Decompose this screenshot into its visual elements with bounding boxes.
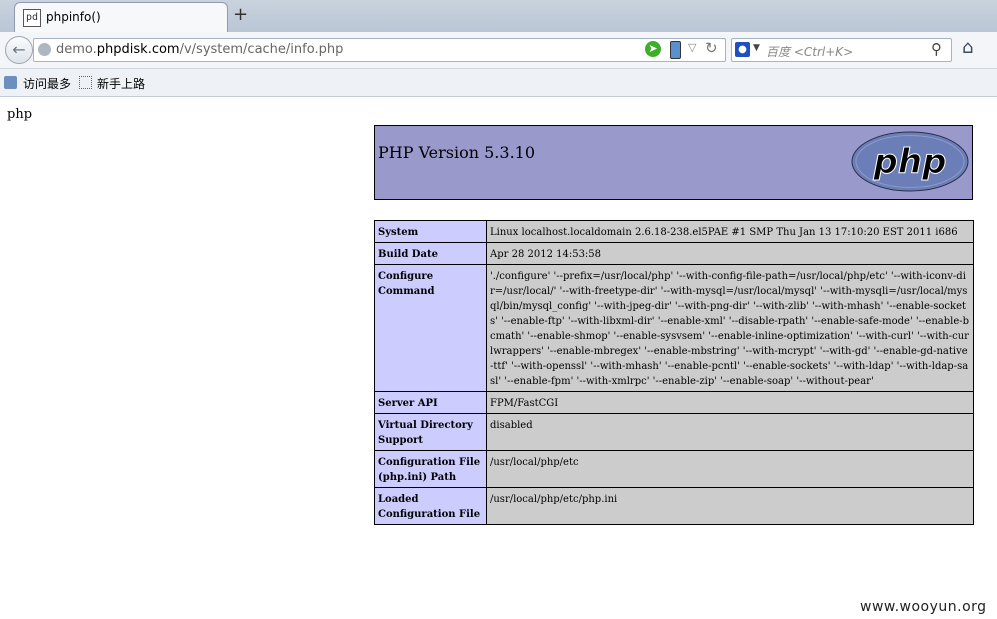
table-row: Configure Command './configure' '--prefix… [374, 264, 974, 392]
home-icon[interactable]: ⌂ [962, 37, 973, 58]
navigation-toolbar: ← demo.phpdisk.com/v/system/cache/info.p… [0, 32, 997, 69]
globe-icon [38, 43, 51, 56]
tab-title: phpinfo() [46, 10, 101, 24]
table-row: Build Date Apr 28 2012 14:53:58 [374, 242, 974, 265]
php-version-title: PHP Version 5.3.10 [378, 143, 536, 162]
php-logo-icon: php [851, 131, 969, 192]
row-key: Configure Command [374, 264, 487, 392]
mobile-device-icon[interactable] [670, 41, 681, 59]
row-value: /usr/local/php/etc [486, 450, 974, 488]
row-key: Virtual Directory Support [374, 413, 487, 451]
php-version-header: PHP Version 5.3.10 php [374, 125, 973, 200]
getting-started-icon [79, 76, 92, 89]
php-logo-text: php [873, 142, 947, 182]
phpdisk-favicon-icon: pd [23, 9, 41, 27]
page-content: php PHP Version 5.3.10 php System Linux l… [0, 97, 997, 619]
url-path: /v/system/cache/info.php [179, 42, 344, 57]
row-key: Build Date [374, 242, 487, 265]
table-row: Loaded Configuration File/usr/local/php/… [374, 487, 974, 525]
php-info-table: System Linux localhost.localdomain 2.6.18… [374, 220, 974, 525]
bookmarks-toolbar: 访问最多 新手上路 [0, 69, 997, 97]
row-key: Server API [374, 391, 487, 414]
row-value: disabled [486, 413, 974, 451]
back-arrow-icon[interactable]: ← [5, 36, 33, 64]
row-key: Loaded Configuration File [374, 487, 487, 525]
url-text[interactable]: demo.phpdisk.com/v/system/cache/info.php [56, 42, 343, 57]
address-bar[interactable]: demo.phpdisk.com/v/system/cache/info.php… [33, 38, 726, 62]
dropdown-triangle-icon[interactable]: ▽ [688, 41, 696, 54]
row-value: /usr/local/php/etc/php.ini [486, 487, 974, 525]
new-tab-plus-icon[interactable]: + [233, 4, 248, 25]
tab-strip: pd phpinfo() + [0, 0, 997, 33]
baidu-paw-icon[interactable]: ● [735, 42, 750, 57]
table-row: Virtual Directory Support disabled [374, 413, 974, 451]
search-box[interactable]: ● ▼ 百度 <Ctrl+K> ⚲ [731, 38, 952, 62]
bookmark-getting-started[interactable]: 新手上路 [97, 75, 145, 92]
url-host: phpdisk.com [96, 42, 180, 57]
row-value: FPM/FastCGI [486, 391, 974, 414]
table-row: Configuration File (php.ini) Path/usr/lo… [374, 450, 974, 488]
bookmark-most-visited[interactable]: 访问最多 [23, 75, 71, 92]
search-placeholder: 百度 <Ctrl+K> [766, 45, 854, 59]
go-arrow-icon[interactable]: ➤ [645, 41, 661, 57]
row-value: Linux localhost.localdomain 2.6.18-238.e… [486, 220, 974, 243]
page-text-php: php [7, 107, 33, 122]
reload-icon[interactable]: ↻ [705, 39, 718, 57]
url-subdomain: demo. [56, 42, 97, 57]
row-value: './configure' '--prefix=/usr/local/php' … [486, 264, 974, 392]
most-visited-icon [4, 76, 17, 89]
row-key: System [374, 220, 487, 243]
row-value: Apr 28 2012 14:53:58 [486, 242, 974, 265]
tab-phpinfo[interactable]: pd phpinfo() [14, 2, 228, 33]
table-row: Server API FPM/FastCGI [374, 391, 974, 414]
engine-chevron-down-icon[interactable]: ▼ [753, 43, 760, 53]
search-icon[interactable]: ⚲ [931, 40, 942, 58]
row-key: Configuration File (php.ini) Path [374, 450, 487, 488]
table-row: System Linux localhost.localdomain 2.6.18… [374, 220, 974, 243]
watermark: www.wooyun.org [860, 599, 987, 615]
